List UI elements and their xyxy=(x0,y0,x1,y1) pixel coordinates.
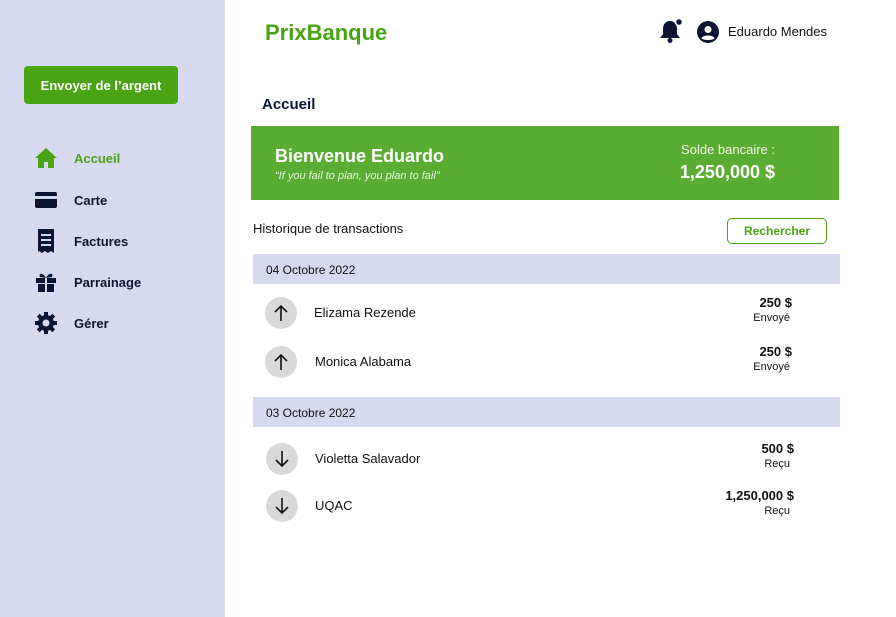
home-icon xyxy=(34,146,58,170)
sidebar: Envoyer de l’argent Accueil Carte Factur… xyxy=(0,0,225,617)
sidebar-item-label: Gérer xyxy=(74,315,109,331)
transaction-history-title: Historique de transactions xyxy=(253,221,404,236)
transaction-status: Envoyé xyxy=(753,312,790,324)
notification-bell-icon[interactable] xyxy=(658,17,684,44)
sidebar-item-label: Accueil xyxy=(74,150,121,166)
transaction-name: Elizama Rezende xyxy=(314,305,416,320)
page-title: Accueil xyxy=(262,96,316,113)
welcome-banner: Bienvenue Eduardo “If you fail to plan, … xyxy=(251,126,839,200)
transaction-row[interactable]: Violetta Salavador 500 $ Reçu xyxy=(253,437,840,481)
transaction-amount: 250 $ xyxy=(759,295,792,310)
transaction-amount: 1,250,000 $ xyxy=(725,488,794,503)
transaction-amount: 250 $ xyxy=(759,344,792,359)
search-button[interactable]: Rechercher xyxy=(727,218,827,244)
transaction-status: Envoyé xyxy=(753,361,790,373)
arrow-up-icon xyxy=(265,346,297,378)
transaction-row[interactable]: Elizama Rezende 250 $ Envoyé xyxy=(253,291,840,335)
sidebar-item-carte[interactable]: Carte xyxy=(34,186,107,214)
sidebar-item-parrainage[interactable]: Parrainage xyxy=(34,268,141,296)
welcome-text: Bienvenue Eduardo xyxy=(275,146,445,166)
date-group-header: 03 Octobre 2022 xyxy=(253,397,840,427)
balance-value: 1,250,000 $ xyxy=(679,162,775,182)
date-group-header: 04 Octobre 2022 xyxy=(253,254,840,284)
transaction-name: Violetta Salavador xyxy=(315,451,421,466)
sidebar-item-accueil[interactable]: Accueil xyxy=(34,144,120,172)
brand-logo[interactable]: PrixBanque xyxy=(265,20,387,46)
arrow-down-icon xyxy=(266,443,298,475)
quote-text: “If you fail to plan, you plan to fail” xyxy=(275,170,440,182)
date-label: 03 Octobre 2022 xyxy=(266,406,356,420)
sidebar-item-label: Factures xyxy=(74,233,129,249)
sidebar-item-label: Carte xyxy=(74,192,108,208)
user-avatar-icon[interactable] xyxy=(697,21,719,43)
transaction-name: Monica Alabama xyxy=(315,354,412,369)
sidebar-item-gerer[interactable]: Gérer xyxy=(34,309,109,337)
transaction-status: Reçu xyxy=(764,458,790,470)
date-label: 04 Octobre 2022 xyxy=(266,263,356,277)
transaction-row[interactable]: UQAC 1,250,000 $ Reçu xyxy=(253,484,840,528)
sidebar-item-label: Parrainage xyxy=(74,274,142,290)
transaction-status: Reçu xyxy=(764,505,790,517)
transaction-amount: 500 $ xyxy=(761,441,794,456)
transaction-name: UQAC xyxy=(315,498,353,513)
send-money-button[interactable]: Envoyer de l’argent xyxy=(24,66,178,104)
transaction-row[interactable]: Monica Alabama 250 $ Envoyé xyxy=(253,340,840,384)
gift-icon xyxy=(34,270,58,294)
card-icon xyxy=(34,188,58,212)
user-name[interactable]: Eduardo Mendes xyxy=(728,24,827,39)
balance-label: Solde bancaire : xyxy=(681,142,775,157)
sidebar-item-factures[interactable]: Factures xyxy=(34,227,128,255)
receipt-icon xyxy=(34,229,58,253)
gear-icon xyxy=(34,311,58,335)
arrow-up-icon xyxy=(265,297,297,329)
arrow-down-icon xyxy=(266,490,298,522)
